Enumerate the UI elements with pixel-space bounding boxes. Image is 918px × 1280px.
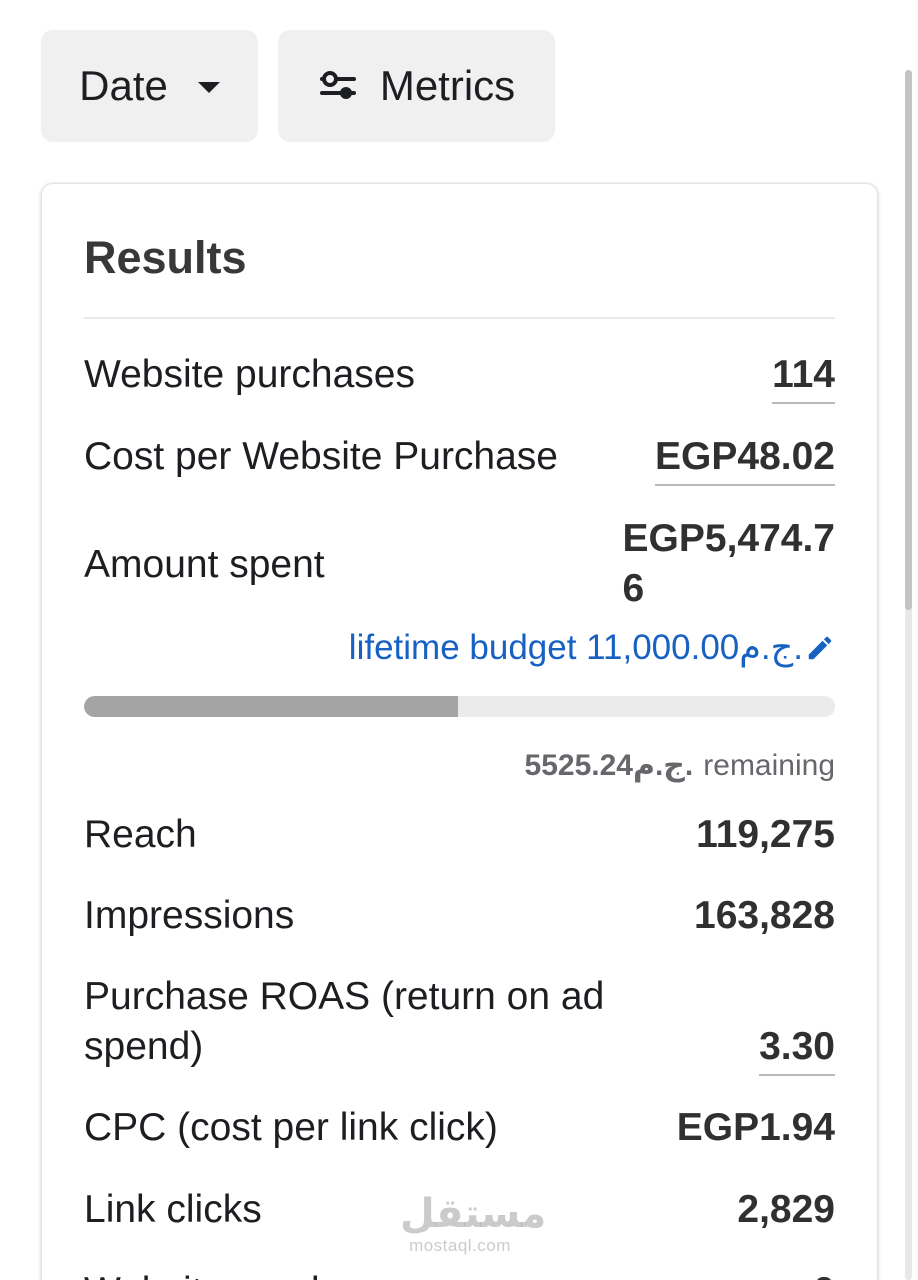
date-filter-button[interactable]: Date xyxy=(41,30,258,142)
sliders-icon xyxy=(319,71,356,99)
metric-value[interactable]: 3.30 xyxy=(759,1022,835,1076)
metrics-button[interactable]: Metrics xyxy=(278,30,555,142)
remaining-amount: 5525.24ج.م. xyxy=(524,749,694,782)
metrics-label: Metrics xyxy=(379,62,516,109)
metric-label: Website purchases xyxy=(84,1267,415,1280)
metric-label: Purchase ROAS (return on ad spend) xyxy=(84,972,604,1072)
pencil-icon xyxy=(808,636,832,660)
metric-label: Amount spent xyxy=(84,543,325,586)
lifetime-budget-text: lifetime budget 11,000.00ج.م. xyxy=(348,628,803,667)
metric-label: Reach xyxy=(84,813,197,856)
budget-progress-bar xyxy=(84,696,835,717)
metric-value[interactable]: EGP48.02 xyxy=(655,432,835,486)
budget-progress-fill xyxy=(84,696,458,717)
metric-value-line: 6 xyxy=(622,567,645,610)
metric-label: Website purchases xyxy=(84,353,415,396)
page: Date Metrics Results Website purchases 1… xyxy=(0,0,918,1280)
metric-value: 119,275 xyxy=(696,813,835,856)
scrollbar-thumb[interactable] xyxy=(905,70,912,610)
metric-label: Impressions xyxy=(84,894,295,937)
date-filter-label: Date xyxy=(79,62,168,109)
metric-value: EGP1.94 xyxy=(676,1106,835,1149)
budget-remaining: 5525.24ج.م. remaining xyxy=(525,748,835,783)
watermark-latin: mostaql.com xyxy=(409,1236,511,1255)
metric-value[interactable]: 114 xyxy=(772,350,835,404)
watermark-logo: مستقل mostaql.com xyxy=(400,1192,547,1256)
watermark-arabic: مستقل xyxy=(400,1192,547,1236)
metric-label: Link clicks xyxy=(84,1188,262,1231)
metric-value: EGP5,474.7 6 xyxy=(623,514,835,614)
results-title: Results xyxy=(84,232,247,283)
metric-label-line: Purchase ROAS (return on ad xyxy=(84,975,605,1018)
scrollbar[interactable] xyxy=(905,70,912,1280)
remaining-label: remaining xyxy=(703,749,835,782)
lifetime-budget-link[interactable]: lifetime budget 11,000.00ج.م. xyxy=(349,628,835,668)
metric-value: 163,828 xyxy=(694,894,835,937)
results-card: Results Website purchases 114 Cost per W… xyxy=(41,183,878,1280)
metric-label: CPC (cost per link click) xyxy=(84,1106,498,1149)
metric-label: Cost per Website Purchase xyxy=(84,435,558,478)
divider xyxy=(84,317,835,319)
caret-down-icon xyxy=(197,81,220,93)
metric-value: 2,829 xyxy=(737,1188,835,1231)
metric-value-line: EGP5,474.7 xyxy=(622,517,835,560)
metric-label-line: spend) xyxy=(84,1025,204,1068)
metric-value: 0 xyxy=(813,1267,835,1280)
